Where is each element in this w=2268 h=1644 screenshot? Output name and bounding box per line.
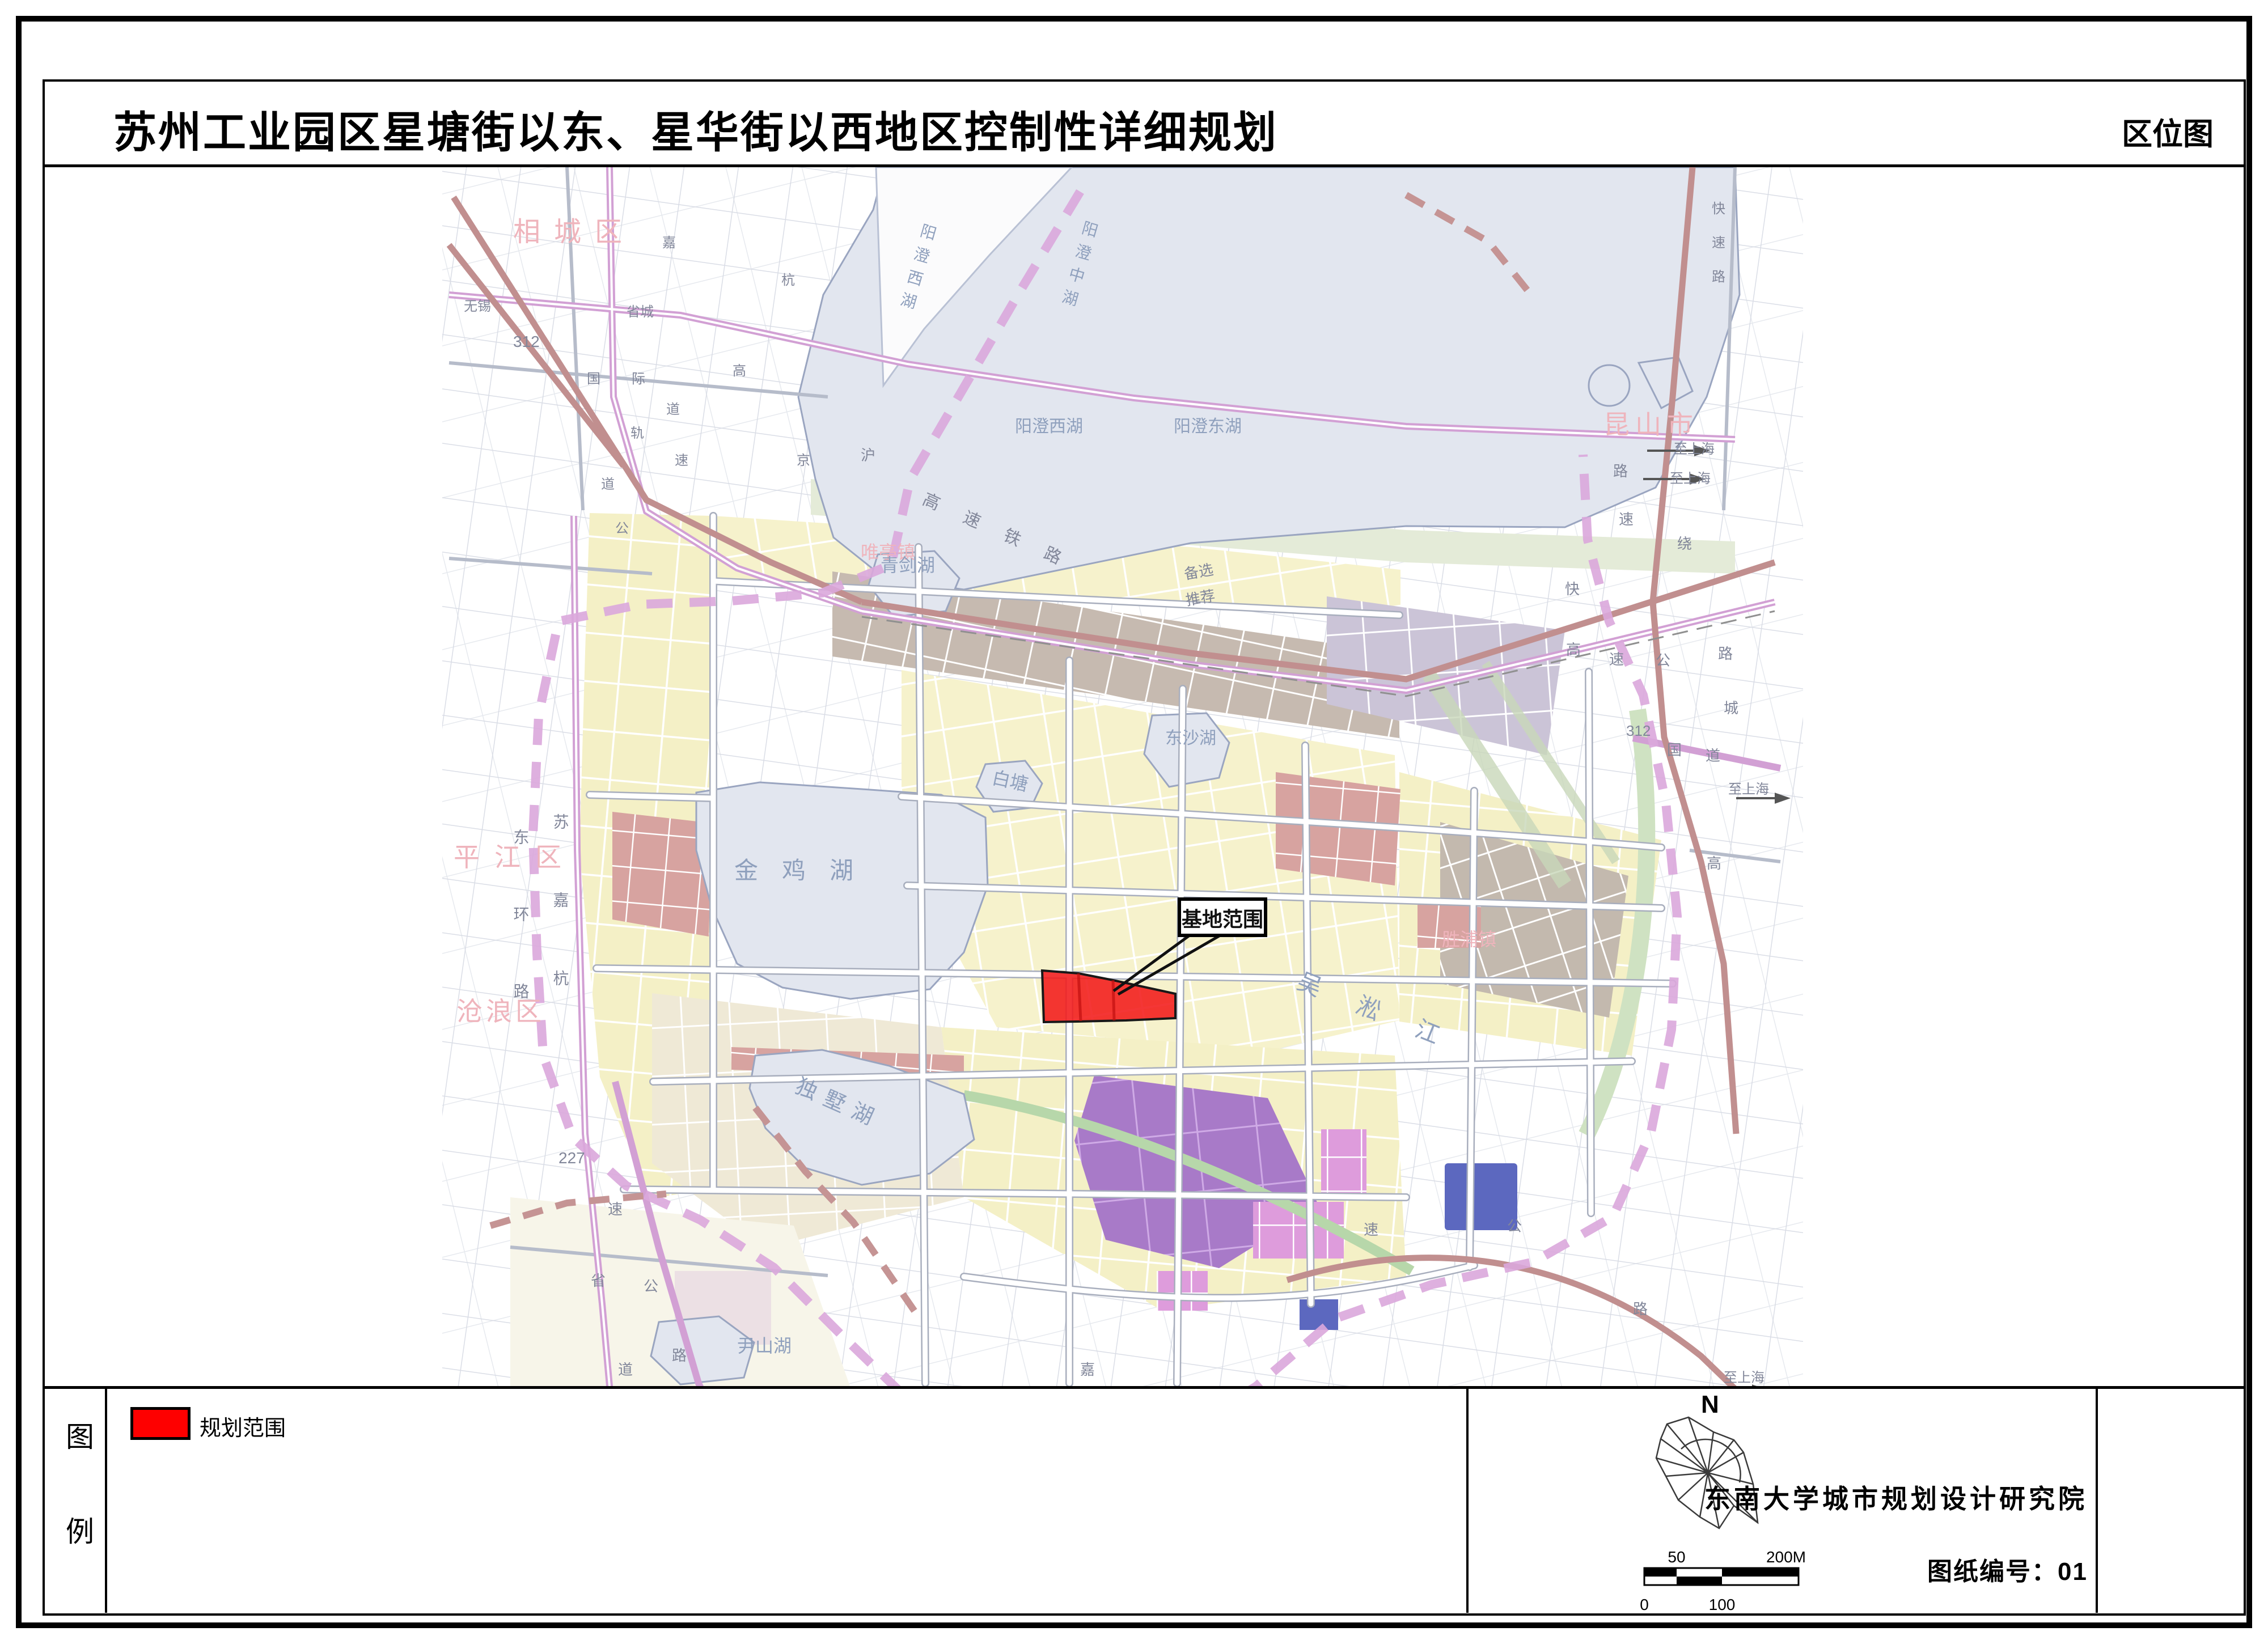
title-divider: [45, 164, 2244, 167]
page-title: 苏州工业园区星塘街以东、星华街以西地区控制性详细规划: [113, 98, 1278, 160]
legend-header-char-2: 例: [54, 1509, 105, 1550]
legend-item-label: 规划范围: [200, 1410, 286, 1442]
titleblock-left-divider: [1466, 1389, 1469, 1613]
sheet-number: 图纸编号：01: [1486, 1551, 2088, 1587]
corner-label: 区位图: [2122, 109, 2214, 154]
legend-swatch-planning-scope: [130, 1407, 191, 1440]
page-inner-frame: [43, 79, 2246, 1616]
legend-header-char-1: 图: [54, 1414, 105, 1455]
titleblock-right-divider: [2096, 1389, 2098, 1613]
organization-name: 东南大学城市规划设计研究院: [1486, 1478, 2088, 1516]
legend-band-divider: [45, 1386, 2244, 1389]
plan-sheet: 基地范围 相城区昆山市平江区沧浪区唯亭镇胜浦镇金鸡湖独墅湖尹山湖东沙湖青剑湖白塘…: [0, 0, 2268, 1644]
